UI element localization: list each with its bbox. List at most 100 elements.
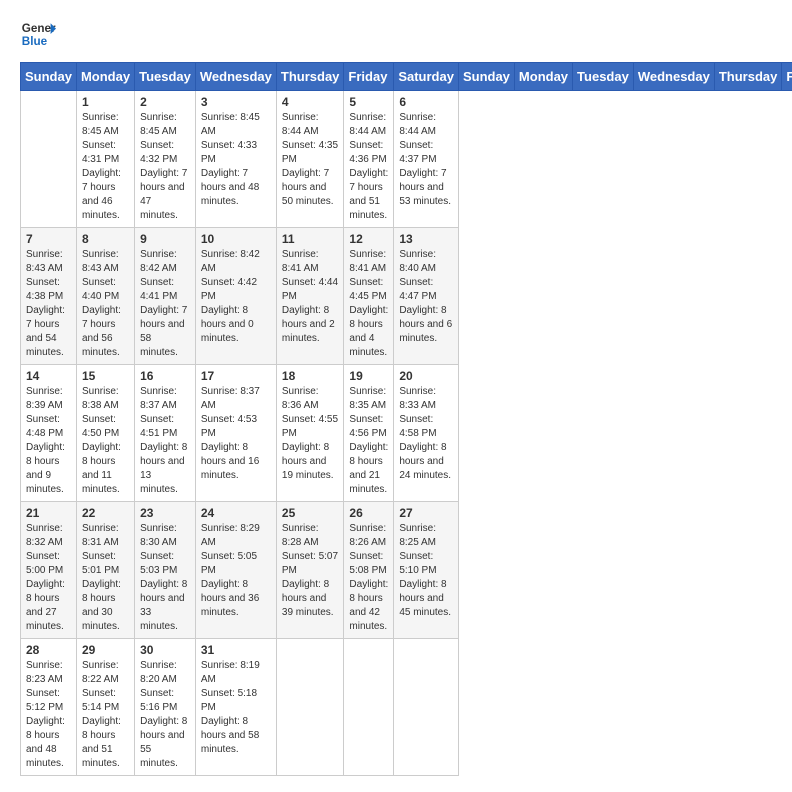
- day-number: 18: [282, 369, 339, 383]
- calendar-day-cell: 15 Sunrise: 8:38 AMSunset: 4:50 PMDayligh…: [76, 365, 134, 502]
- calendar-table: SundayMondayTuesdayWednesdayThursdayFrid…: [20, 62, 792, 776]
- calendar-day-cell: [276, 639, 344, 776]
- day-number: 17: [201, 369, 271, 383]
- day-info: Sunrise: 8:44 AMSunset: 4:35 PMDaylight:…: [282, 111, 339, 209]
- day-info: Sunrise: 8:42 AMSunset: 4:41 PMDaylight:…: [140, 248, 190, 360]
- day-number: 30: [140, 643, 190, 657]
- day-info: Sunrise: 8:28 AMSunset: 5:07 PMDaylight:…: [282, 522, 339, 620]
- calendar-day-cell: 4 Sunrise: 8:44 AMSunset: 4:35 PMDaylight…: [276, 91, 344, 228]
- calendar-day-cell: 16 Sunrise: 8:37 AMSunset: 4:51 PMDayligh…: [135, 365, 196, 502]
- calendar-day-cell: 11 Sunrise: 8:41 AMSunset: 4:44 PMDayligh…: [276, 228, 344, 365]
- day-number: 29: [82, 643, 129, 657]
- calendar-day-cell: 28 Sunrise: 8:23 AMSunset: 5:12 PMDayligh…: [21, 639, 77, 776]
- weekday-header: Friday: [782, 63, 792, 91]
- day-of-week-header: Friday: [344, 63, 394, 91]
- calendar-day-cell: 5Sunrise: 8:44 AMSunset: 4:36 PMDaylight…: [344, 91, 394, 228]
- day-number: 23: [140, 506, 190, 520]
- day-number: 15: [82, 369, 129, 383]
- day-info: Sunrise: 8:43 AMSunset: 4:38 PMDaylight:…: [26, 248, 71, 360]
- calendar-day-cell: 22 Sunrise: 8:31 AMSunset: 5:01 PMDayligh…: [76, 502, 134, 639]
- day-info: Sunrise: 8:45 AMSunset: 4:33 PMDaylight:…: [201, 111, 271, 209]
- day-info: Sunrise: 8:29 AMSunset: 5:05 PMDaylight:…: [201, 522, 271, 620]
- day-info: Sunrise: 8:40 AMSunset: 4:47 PMDaylight:…: [399, 248, 453, 346]
- calendar-day-cell: 3Sunrise: 8:45 AMSunset: 4:33 PMDaylight…: [195, 91, 276, 228]
- day-info: Sunrise: 8:38 AMSunset: 4:50 PMDaylight:…: [82, 385, 129, 497]
- day-info: Sunrise: 8:39 AMSunset: 4:48 PMDaylight:…: [26, 385, 71, 497]
- page-header: General Blue: [20, 16, 772, 52]
- calendar-day-cell: [344, 639, 394, 776]
- day-number: 22: [82, 506, 129, 520]
- day-info: Sunrise: 8:19 AMSunset: 5:18 PMDaylight:…: [201, 659, 271, 757]
- day-number: 1: [82, 95, 129, 109]
- day-info: Sunrise: 8:33 AMSunset: 4:58 PMDaylight:…: [399, 385, 453, 483]
- day-number: 8: [82, 232, 129, 246]
- day-of-week-header: Monday: [76, 63, 134, 91]
- calendar-week-row: 14 Sunrise: 8:39 AMSunset: 4:48 PMDayligh…: [21, 365, 792, 502]
- day-number: 26: [349, 506, 388, 520]
- calendar-day-cell: 8 Sunrise: 8:43 AMSunset: 4:40 PMDaylight…: [76, 228, 134, 365]
- day-info: Sunrise: 8:25 AMSunset: 5:10 PMDaylight:…: [399, 522, 453, 620]
- day-info: Sunrise: 8:26 AMSunset: 5:08 PMDaylight:…: [349, 522, 388, 634]
- day-number: 27: [399, 506, 453, 520]
- day-info: Sunrise: 8:20 AMSunset: 5:16 PMDaylight:…: [140, 659, 190, 771]
- day-number: 9: [140, 232, 190, 246]
- day-number: 16: [140, 369, 190, 383]
- day-number: 19: [349, 369, 388, 383]
- day-of-week-header: Saturday: [394, 63, 459, 91]
- day-info: Sunrise: 8:22 AMSunset: 5:14 PMDaylight:…: [82, 659, 129, 771]
- day-info: Sunrise: 8:30 AMSunset: 5:03 PMDaylight:…: [140, 522, 190, 634]
- calendar-day-cell: 24 Sunrise: 8:29 AMSunset: 5:05 PMDayligh…: [195, 502, 276, 639]
- calendar-day-cell: 25 Sunrise: 8:28 AMSunset: 5:07 PMDayligh…: [276, 502, 344, 639]
- day-number: 10: [201, 232, 271, 246]
- weekday-header: Monday: [514, 63, 572, 91]
- day-info: Sunrise: 8:37 AMSunset: 4:51 PMDaylight:…: [140, 385, 190, 497]
- day-info: Sunrise: 8:31 AMSunset: 5:01 PMDaylight:…: [82, 522, 129, 634]
- day-of-week-header: Wednesday: [195, 63, 276, 91]
- calendar-day-cell: 20 Sunrise: 8:33 AMSunset: 4:58 PMDayligh…: [394, 365, 459, 502]
- day-number: 7: [26, 232, 71, 246]
- weekday-header: Wednesday: [633, 63, 714, 91]
- calendar-day-cell: 14 Sunrise: 8:39 AMSunset: 4:48 PMDayligh…: [21, 365, 77, 502]
- day-number: 11: [282, 232, 339, 246]
- calendar-day-cell: 10 Sunrise: 8:42 AMSunset: 4:42 PMDayligh…: [195, 228, 276, 365]
- day-info: Sunrise: 8:23 AMSunset: 5:12 PMDaylight:…: [26, 659, 71, 771]
- day-info: Sunrise: 8:41 AMSunset: 4:45 PMDaylight:…: [349, 248, 388, 360]
- calendar-week-row: 28 Sunrise: 8:23 AMSunset: 5:12 PMDayligh…: [21, 639, 792, 776]
- calendar-day-cell: [394, 639, 459, 776]
- day-number: 14: [26, 369, 71, 383]
- day-number: 12: [349, 232, 388, 246]
- day-info: Sunrise: 8:43 AMSunset: 4:40 PMDaylight:…: [82, 248, 129, 360]
- day-of-week-header: Thursday: [276, 63, 344, 91]
- day-info: Sunrise: 8:36 AMSunset: 4:55 PMDaylight:…: [282, 385, 339, 483]
- day-number: 24: [201, 506, 271, 520]
- day-info: Sunrise: 8:45 AMSunset: 4:31 PMDaylight:…: [82, 111, 129, 223]
- day-number: 28: [26, 643, 71, 657]
- day-number: 2: [140, 95, 190, 109]
- weekday-header: Tuesday: [573, 63, 634, 91]
- day-info: Sunrise: 8:42 AMSunset: 4:42 PMDaylight:…: [201, 248, 271, 346]
- day-number: 25: [282, 506, 339, 520]
- day-info: Sunrise: 8:32 AMSunset: 5:00 PMDaylight:…: [26, 522, 71, 634]
- calendar-day-cell: 13 Sunrise: 8:40 AMSunset: 4:47 PMDayligh…: [394, 228, 459, 365]
- calendar-day-cell: 12 Sunrise: 8:41 AMSunset: 4:45 PMDayligh…: [344, 228, 394, 365]
- calendar-day-cell: 18 Sunrise: 8:36 AMSunset: 4:55 PMDayligh…: [276, 365, 344, 502]
- day-number: 4: [282, 95, 339, 109]
- day-info: Sunrise: 8:41 AMSunset: 4:44 PMDaylight:…: [282, 248, 339, 346]
- day-of-week-header: Tuesday: [135, 63, 196, 91]
- calendar-day-cell: 19 Sunrise: 8:35 AMSunset: 4:56 PMDayligh…: [344, 365, 394, 502]
- day-number: 13: [399, 232, 453, 246]
- day-number: 31: [201, 643, 271, 657]
- day-number: 20: [399, 369, 453, 383]
- svg-text:Blue: Blue: [22, 35, 48, 48]
- calendar-day-cell: 9 Sunrise: 8:42 AMSunset: 4:41 PMDaylight…: [135, 228, 196, 365]
- calendar-header-row: SundayMondayTuesdayWednesdayThursdayFrid…: [21, 63, 792, 91]
- weekday-header: Sunday: [458, 63, 514, 91]
- calendar-day-cell: 7 Sunrise: 8:43 AMSunset: 4:38 PMDaylight…: [21, 228, 77, 365]
- calendar-day-cell: 31 Sunrise: 8:19 AMSunset: 5:18 PMDayligh…: [195, 639, 276, 776]
- logo-icon: General Blue: [20, 16, 56, 52]
- calendar-day-cell: 1 Sunrise: 8:45 AMSunset: 4:31 PMDaylight…: [76, 91, 134, 228]
- day-info: Sunrise: 8:35 AMSunset: 4:56 PMDaylight:…: [349, 385, 388, 497]
- day-number: 21: [26, 506, 71, 520]
- calendar-day-cell: 6Sunrise: 8:44 AMSunset: 4:37 PMDaylight…: [394, 91, 459, 228]
- calendar-day-cell: 30 Sunrise: 8:20 AMSunset: 5:16 PMDayligh…: [135, 639, 196, 776]
